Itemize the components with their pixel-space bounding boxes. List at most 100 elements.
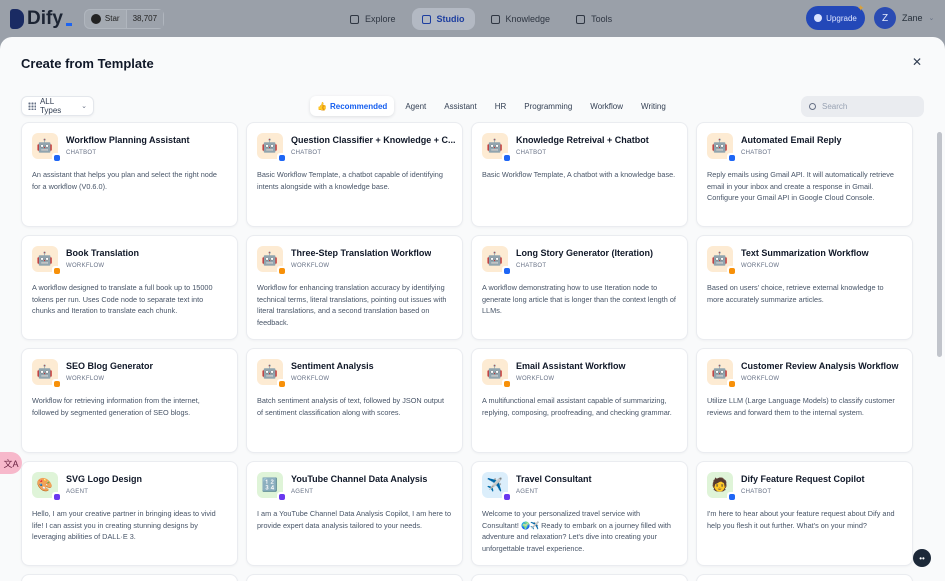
template-card[interactable]: 🎨 SVG Logo Design AGENT Hello, I am your cr…: [21, 461, 238, 566]
template-type: AGENT: [516, 489, 539, 495]
app-type-badge-icon: [502, 379, 511, 388]
scrollbar[interactable]: [937, 132, 942, 357]
user-menu[interactable]: Z Zane ⌄: [874, 7, 934, 29]
template-title: SVG Logo Design: [66, 474, 143, 484]
template-card[interactable]: 🤖 Knowledge Retreival + Chatbot CHATBOT Bas…: [471, 122, 688, 227]
template-title: Travel Consultant: [516, 474, 592, 484]
chat-support-button[interactable]: ••: [913, 549, 931, 567]
tab-assistant[interactable]: Assistant: [437, 96, 483, 116]
template-card[interactable]: [21, 574, 238, 581]
app-type-badge-icon: [727, 379, 736, 388]
template-card[interactable]: 🤖 Three-Step Translation Workflow WORKFLOW…: [246, 235, 463, 340]
avatar: Z: [874, 7, 896, 29]
nav-knowledge[interactable]: Knowledge: [481, 8, 561, 30]
template-description: Hello, I am your creative partner in bri…: [32, 509, 216, 541]
wrench-icon: [576, 14, 586, 24]
tab-writing[interactable]: Writing: [634, 96, 673, 116]
template-description: Workflow for retrieving information from…: [32, 396, 200, 417]
robot-icon: 🤖: [32, 133, 61, 162]
template-card[interactable]: [246, 574, 463, 581]
template-card[interactable]: 🤖 Sentiment Analysis WORKFLOW Batch sentime…: [246, 348, 463, 453]
github-star-button[interactable]: Star 38,707: [83, 8, 165, 29]
app-type-badge-icon: [277, 153, 286, 162]
template-title: Question Classifier + Knowledge + C...: [291, 135, 456, 145]
template-card[interactable]: 🧑 Dify Feature Request Copilot CHATBOT I'm …: [696, 461, 913, 566]
template-card[interactable]: [696, 574, 913, 581]
template-description: Reply emails using Gmail API. It will au…: [707, 170, 894, 202]
tab-hr[interactable]: HR: [488, 96, 514, 116]
template-card[interactable]: 🤖 Workflow Planning Assistant CHATBOT An as…: [21, 122, 238, 227]
nav-explore[interactable]: Explore: [340, 8, 406, 30]
robot-icon: [421, 14, 431, 24]
translate-icon[interactable]: 文A: [0, 452, 22, 474]
template-title: Text Summarization Workflow: [741, 248, 869, 258]
template-card[interactable]: 🤖 SEO Blog Generator WORKFLOW Workflow for …: [21, 348, 238, 453]
template-title: Workflow Planning Assistant: [66, 135, 190, 145]
robot-icon: 🤖: [482, 133, 511, 162]
template-card[interactable]: 🤖 Book Translation WORKFLOW A workflow desi…: [21, 235, 238, 340]
template-description: Welcome to your personalized travel serv…: [482, 509, 671, 553]
github-star-count: 38,707: [125, 9, 164, 28]
compass-icon: [350, 14, 359, 24]
app-type-badge-icon: [502, 153, 511, 162]
tab-agent[interactable]: Agent: [398, 96, 433, 116]
tab-recommended[interactable]: 👍 Recommended: [310, 96, 395, 116]
template-card[interactable]: 🤖 Email Assistant Workflow WORKFLOW A multi…: [471, 348, 688, 453]
palette-icon: 🎨: [32, 472, 61, 501]
robot-icon: 🤖: [257, 133, 286, 162]
person-icon: 🧑: [707, 472, 736, 501]
template-type: CHATBOT: [516, 263, 547, 269]
chevron-down-icon: ⌄: [928, 15, 935, 22]
close-icon[interactable]: ✕: [912, 55, 922, 69]
template-description: Based on users' choice, retrieve externa…: [707, 283, 884, 304]
thumbs-up-icon: 👍: [317, 101, 327, 111]
app-type-badge-icon: [277, 266, 286, 275]
template-card[interactable]: 🤖 Automated Email Reply CHATBOT Reply email…: [696, 122, 913, 227]
template-type: WORKFLOW: [291, 376, 330, 382]
app-type-badge-icon: [52, 153, 61, 162]
template-description: I'm here to hear about your feature requ…: [707, 509, 895, 530]
tab-workflow[interactable]: Workflow: [583, 96, 630, 116]
robot-icon: 🤖: [482, 246, 511, 275]
tab-programming[interactable]: Programming: [517, 96, 579, 116]
robot-icon: 🤖: [257, 359, 286, 388]
app-type-badge-icon: [727, 153, 736, 162]
sparkle-icon: ✦: [857, 3, 865, 13]
github-star-label: Star: [104, 14, 120, 23]
template-card[interactable]: [471, 574, 688, 581]
numbers-icon: 🔢: [257, 472, 286, 501]
dify-logo[interactable]: Dify: [10, 8, 72, 30]
template-card[interactable]: 🤖 Text Summarization Workflow WORKFLOW Base…: [696, 235, 913, 340]
search-input[interactable]: Search: [801, 96, 924, 117]
template-description: An assistant that helps you plan and sel…: [32, 170, 217, 191]
template-type: CHATBOT: [741, 150, 772, 156]
dify-logo-mark-icon: [10, 8, 24, 29]
template-title: SEO Blog Generator: [66, 361, 154, 371]
template-description: Basic Workflow Template, A chatbot with …: [482, 170, 676, 179]
template-description: Utilize LLM (Large Language Models) to c…: [707, 396, 895, 417]
nav-studio[interactable]: Studio: [411, 8, 475, 30]
template-title: Automated Email Reply: [741, 135, 842, 145]
airplane-icon: ✈️: [482, 472, 511, 501]
template-title: Knowledge Retreival + Chatbot: [516, 135, 649, 145]
nav-tools[interactable]: Tools: [566, 8, 622, 30]
template-card[interactable]: 🔢 YouTube Channel Data Analysis AGENT I am …: [246, 461, 463, 566]
template-type: WORKFLOW: [66, 376, 105, 382]
app-type-badge-icon: [52, 266, 61, 275]
template-card[interactable]: 🤖 Long Story Generator (Iteration) CHATBOT…: [471, 235, 688, 340]
main-nav: Explore Studio Knowledge Tools: [340, 8, 622, 30]
brand-name: Dify: [27, 7, 63, 29]
app-type-badge-icon: [277, 379, 286, 388]
template-title: Customer Review Analysis Workflow: [741, 361, 899, 371]
template-card[interactable]: 🤖 Customer Review Analysis Workflow WORKFL…: [696, 348, 913, 453]
template-card[interactable]: 🤖 Question Classifier + Knowledge + C... C…: [246, 122, 463, 227]
template-card[interactable]: ✈️ Travel Consultant AGENT Welcome to your …: [471, 461, 688, 566]
template-type: CHATBOT: [66, 150, 97, 156]
app-type-badge-icon: [502, 266, 511, 275]
template-type: WORKFLOW: [516, 376, 555, 382]
type-filter-dropdown[interactable]: ALL Types ⌄: [21, 96, 94, 116]
template-title: Three-Step Translation Workflow: [291, 248, 432, 258]
robot-icon: 🤖: [32, 246, 61, 275]
chevron-down-icon: ⌄: [81, 103, 87, 110]
template-title: Email Assistant Workflow: [516, 361, 626, 371]
